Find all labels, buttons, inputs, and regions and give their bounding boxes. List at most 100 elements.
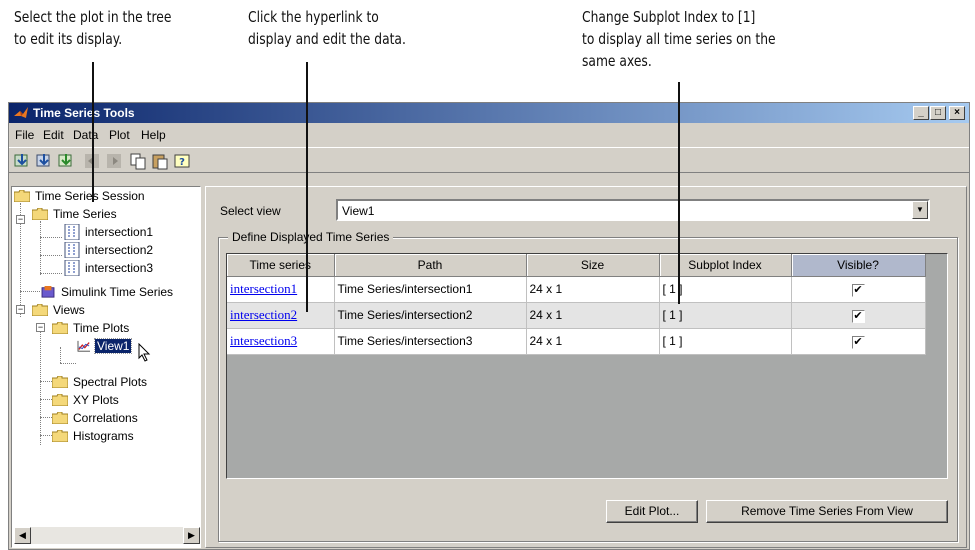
- tree-label: Views: [53, 303, 85, 317]
- tree-node-view1[interactable]: View1: [76, 337, 151, 362]
- time-series-data-icon: [64, 260, 80, 276]
- tree-node-time-series[interactable]: Time Series: [32, 205, 119, 223]
- simulink-icon: [41, 286, 55, 298]
- tree-node-spectral-plots[interactable]: Spectral Plots: [52, 373, 149, 391]
- minimize-button[interactable]: _: [913, 106, 929, 120]
- select-view-label: Select view: [220, 204, 281, 218]
- tree-label: Correlations: [73, 411, 138, 425]
- time-series-link[interactable]: intersection1: [230, 281, 297, 296]
- menu-data[interactable]: Data: [73, 128, 98, 142]
- import-workspace-icon[interactable]: [57, 152, 75, 170]
- table-row: intersection1 Time Series/intersection1 …: [227, 276, 926, 303]
- column-header-size[interactable]: Size: [526, 254, 660, 277]
- tree-label: Simulink Time Series: [61, 285, 174, 299]
- tree-label: Time Series Session: [35, 189, 145, 203]
- path-cell: Time Series/intersection2: [334, 302, 527, 329]
- import-data-icon[interactable]: [13, 152, 31, 170]
- tree-node-xy-plots[interactable]: XY Plots: [52, 391, 121, 409]
- menu-plot[interactable]: Plot: [109, 128, 130, 142]
- group-title: Define Displayed Time Series: [228, 230, 394, 244]
- tree-node-views[interactable]: Views: [32, 301, 87, 319]
- svg-text:?: ?: [179, 157, 185, 168]
- tree-label: Spectral Plots: [73, 375, 148, 389]
- help-icon[interactable]: ?: [173, 152, 191, 170]
- select-view-dropdown[interactable]: View1 ▼: [336, 199, 930, 221]
- scroll-left-button[interactable]: ◀: [14, 527, 31, 544]
- tree-label-selected: View1: [93, 338, 133, 354]
- redo-icon[interactable]: [105, 152, 123, 170]
- session-tree: − − − Time Series Session Time Series in…: [11, 186, 201, 548]
- size-cell: 24 x 1: [526, 276, 660, 303]
- maximize-button[interactable]: □: [930, 106, 946, 120]
- mouse-cursor-icon: [138, 343, 151, 362]
- visible-checkbox[interactable]: ✔: [851, 309, 865, 323]
- folder-open-icon: [52, 322, 68, 334]
- leader-line-tree: [92, 62, 94, 202]
- subplot-index-cell[interactable]: [ 1 ]: [659, 302, 792, 329]
- remove-time-series-button[interactable]: Remove Time Series From View: [706, 500, 948, 523]
- time-series-link[interactable]: intersection3: [230, 333, 297, 348]
- time-series-data-icon: [64, 224, 80, 240]
- menu-help[interactable]: Help: [141, 128, 166, 142]
- table-header-row: Time series Path Size Subplot Index Visi…: [227, 254, 926, 277]
- title-bar[interactable]: Time Series Tools _ □ ×: [9, 103, 969, 123]
- folder-open-icon: [32, 208, 48, 220]
- time-series-link[interactable]: intersection2: [230, 307, 297, 322]
- tree-node-simulink-time-series[interactable]: Simulink Time Series: [40, 283, 175, 301]
- subplot-index-cell[interactable]: [ 1 ]: [659, 328, 792, 355]
- menu-file[interactable]: File: [15, 128, 34, 142]
- size-cell: 24 x 1: [526, 302, 660, 329]
- tree-label: Histograms: [73, 429, 134, 443]
- tree-node-intersection3[interactable]: intersection3: [64, 259, 155, 277]
- annotation-subplot: Change Subplot Index to [1] to display a…: [582, 8, 776, 70]
- collapse-time-series-toggle[interactable]: −: [16, 215, 25, 224]
- matlab-logo-icon: [14, 107, 28, 118]
- time-series-data-icon: [64, 242, 80, 258]
- folder-icon: [52, 430, 68, 442]
- folder-icon: [14, 190, 30, 202]
- close-button[interactable]: ×: [949, 106, 965, 120]
- leader-line-subplot: [678, 82, 680, 304]
- time-series-table: Time series Path Size Subplot Index Visi…: [226, 253, 948, 479]
- annotation-hyperlink: Click the hyperlink to display and edit …: [248, 8, 406, 48]
- tree-node-intersection2[interactable]: intersection2: [64, 241, 155, 259]
- menu-edit[interactable]: Edit: [43, 128, 64, 142]
- edit-plot-button[interactable]: Edit Plot...: [606, 500, 698, 523]
- menu-bar: File Edit Data Plot Help: [9, 125, 969, 145]
- folder-icon: [52, 412, 68, 424]
- import-simulink-icon[interactable]: [35, 152, 53, 170]
- tree-node-intersection1[interactable]: intersection1: [64, 223, 155, 241]
- scroll-right-button[interactable]: ▶: [183, 527, 200, 544]
- tree-label: intersection3: [85, 261, 154, 275]
- folder-open-icon: [32, 304, 48, 316]
- tree-label: Time Series: [53, 207, 117, 221]
- collapse-time-plots-toggle[interactable]: −: [36, 323, 45, 332]
- copy-icon[interactable]: [129, 152, 147, 170]
- folder-icon: [52, 376, 68, 388]
- leader-line-hyperlink: [306, 62, 308, 312]
- select-view-value: View1: [342, 204, 375, 218]
- visible-checkbox[interactable]: ✔: [851, 283, 865, 297]
- path-cell: Time Series/intersection1: [334, 276, 527, 303]
- column-header-path[interactable]: Path: [334, 254, 527, 277]
- column-header-time-series[interactable]: Time series: [227, 254, 335, 277]
- tree-label: Time Plots: [73, 321, 130, 335]
- tree-node-time-plots[interactable]: Time Plots: [52, 319, 131, 337]
- paste-icon[interactable]: [151, 152, 169, 170]
- tree-node-session[interactable]: Time Series Session: [14, 187, 147, 205]
- chevron-down-icon[interactable]: ▼: [912, 201, 928, 219]
- path-cell: Time Series/intersection3: [334, 328, 527, 355]
- tree-horizontal-scrollbar[interactable]: ◀ ▶: [14, 527, 200, 544]
- column-header-visible[interactable]: Visible?: [791, 254, 926, 277]
- window-title: Time Series Tools: [33, 106, 135, 120]
- visible-checkbox[interactable]: ✔: [851, 335, 865, 349]
- tree-node-histograms[interactable]: Histograms: [52, 427, 136, 445]
- view-editor-panel: Select view View1 ▼ Define Displayed Tim…: [205, 186, 967, 548]
- tree-node-correlations[interactable]: Correlations: [52, 409, 140, 427]
- table-row: intersection2 Time Series/intersection2 …: [227, 302, 926, 329]
- annotation-tree: Select the plot in the tree to edit its …: [14, 8, 172, 48]
- tree-label: intersection2: [85, 243, 154, 257]
- time-series-tools-window: Time Series Tools _ □ × File Edit Data P…: [8, 102, 970, 550]
- tree-label: XY Plots: [73, 393, 119, 407]
- collapse-views-toggle[interactable]: −: [16, 305, 25, 314]
